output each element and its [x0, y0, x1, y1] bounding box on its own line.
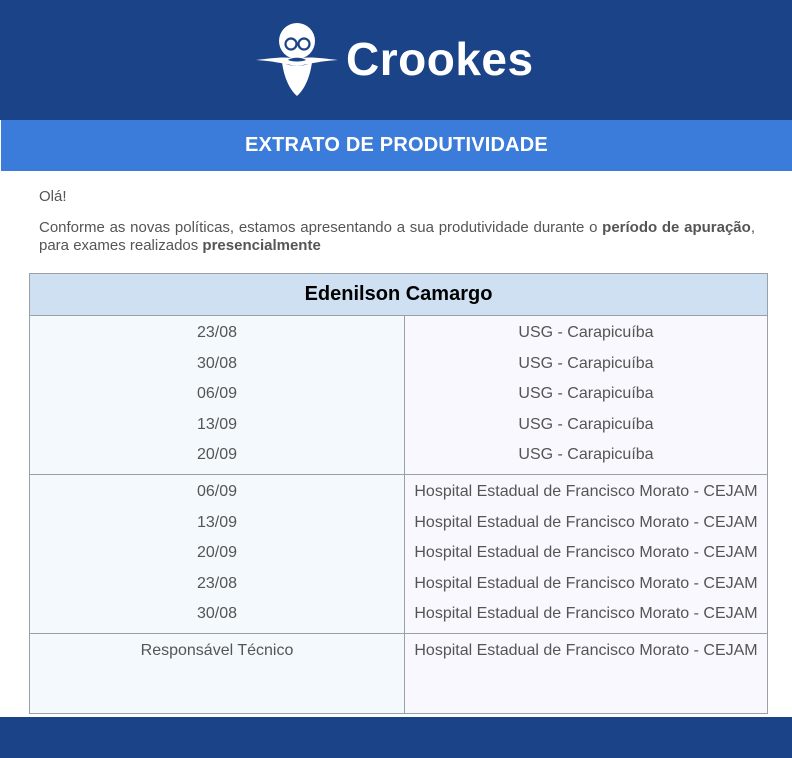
- intro-paragraph: Conforme as novas políticas, estamos apr…: [39, 219, 755, 255]
- greeting-text: Olá!: [39, 188, 67, 205]
- table-group-usg: 23/08 30/08 06/09 13/09 20/09 USG - Cara…: [30, 316, 767, 475]
- date-cell: 20/09: [196, 446, 238, 463]
- bearded-scientist-logo-icon: [254, 20, 340, 98]
- locations-column: USG - Carapicuíba USG - Carapicuíba USG …: [405, 316, 767, 474]
- location-cell: USG - Carapicuíba: [518, 354, 654, 372]
- role-cell: Responsável Técnico: [140, 642, 294, 659]
- date-cell: 13/09: [196, 415, 238, 433]
- table-header: Edenilson Camargo: [30, 274, 767, 316]
- date-cell: 06/09: [196, 385, 238, 402]
- location-cell: Hospital Estadual de Francisco Morato - …: [414, 574, 758, 592]
- dates-column: 06/09 13/09 20/09 23/08 30/08: [30, 475, 405, 633]
- intro-bold-1: período de apuração: [602, 219, 751, 236]
- email-page: Crookes EXTRATO DE PRODUTIVIDADE Olá! Co…: [0, 0, 792, 758]
- table-group-responsible: Responsável Técnico Hospital Estadual de…: [30, 634, 767, 713]
- role-column: Responsável Técnico: [30, 634, 405, 713]
- dates-column: 23/08 30/08 06/09 13/09 20/09: [30, 316, 405, 474]
- footer-bar: [0, 717, 792, 758]
- title-bar: EXTRATO DE PRODUTIVIDADE: [1, 120, 792, 171]
- locations-column: Hospital Estadual de Francisco Morato - …: [405, 634, 767, 713]
- location-cell: USG - Carapicuíba: [518, 446, 654, 463]
- table-group-hospital: 06/09 13/09 20/09 23/08 30/08 Hospital E…: [30, 475, 767, 634]
- date-cell: 20/09: [196, 544, 238, 561]
- professional-name: Edenilson Camargo: [304, 283, 493, 305]
- date-cell: 13/09: [196, 513, 238, 531]
- date-cell: 06/09: [196, 483, 238, 500]
- brand-logo: Crookes: [254, 20, 534, 98]
- location-cell: USG - Carapicuíba: [518, 385, 654, 402]
- location-cell: Hospital Estadual de Francisco Morato - …: [414, 513, 758, 531]
- page-title: EXTRATO DE PRODUTIVIDADE: [245, 134, 548, 156]
- location-cell: Hospital Estadual de Francisco Morato - …: [414, 544, 758, 561]
- location-cell: USG - Carapicuíba: [518, 415, 654, 433]
- intro-bold-2: presencialmente: [202, 237, 321, 254]
- location-cell: Hospital Estadual de Francisco Morato - …: [414, 483, 758, 500]
- location-cell: Hospital Estadual de Francisco Morato - …: [414, 642, 758, 659]
- productivity-table: Edenilson Camargo 23/08 30/08 06/09 13/0…: [29, 273, 768, 714]
- top-header: Crookes: [0, 0, 792, 120]
- location-cell: Hospital Estadual de Francisco Morato - …: [414, 605, 758, 622]
- brand-name: Crookes: [346, 33, 534, 85]
- date-cell: 30/08: [196, 354, 238, 372]
- date-cell: 23/08: [196, 324, 238, 341]
- intro-text-1: Conforme as novas políticas, estamos apr…: [39, 219, 603, 236]
- location-cell: USG - Carapicuíba: [518, 324, 654, 341]
- date-cell: 23/08: [196, 574, 238, 592]
- date-cell: 30/08: [196, 605, 238, 622]
- locations-column: Hospital Estadual de Francisco Morato - …: [405, 475, 767, 633]
